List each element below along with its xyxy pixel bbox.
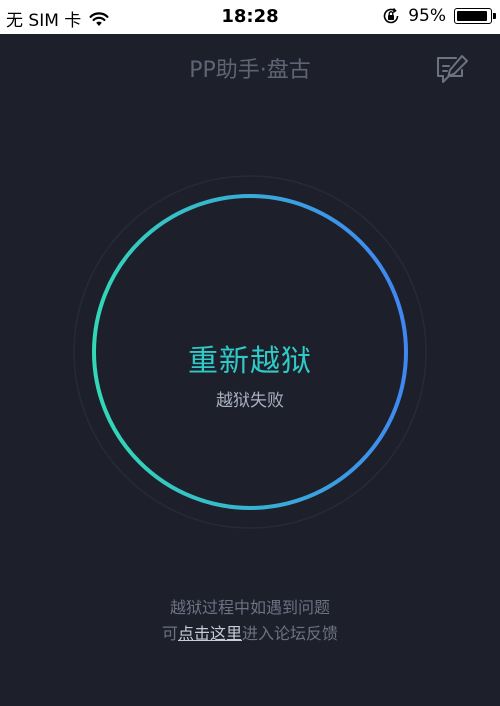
jailbreak-ring: 重新越狱 越狱失败: [72, 174, 428, 530]
battery-level-fill: [457, 11, 488, 21]
orientation-lock-icon: [383, 7, 399, 24]
feedback-edit-icon[interactable]: [434, 52, 470, 86]
status-right: 95%: [382, 6, 496, 26]
jailbreak-status-text: 越狱失败: [216, 391, 284, 411]
status-bar: 无 SIM 卡 18:28 95%: [0, 0, 500, 34]
help-hint-text: 越狱过程中如遇到问题: [169, 598, 330, 617]
help-prefix: 可: [161, 624, 178, 643]
app-screen: 无 SIM 卡 18:28 95% PP助手·盘古 重新越狱 越狱失败 越狱过程…: [0, 0, 500, 706]
battery-icon: [454, 8, 496, 24]
battery-percent: 95%: [408, 6, 446, 26]
forum-feedback-link[interactable]: 点击这里: [178, 624, 242, 643]
rejailbreak-label[interactable]: 重新越狱: [72, 336, 428, 380]
help-suffix: 进入论坛反馈: [242, 624, 339, 643]
help-hint-line: 可点击这里进入论坛反馈: [0, 620, 500, 644]
page-title: PP助手·盘古: [189, 58, 311, 83]
